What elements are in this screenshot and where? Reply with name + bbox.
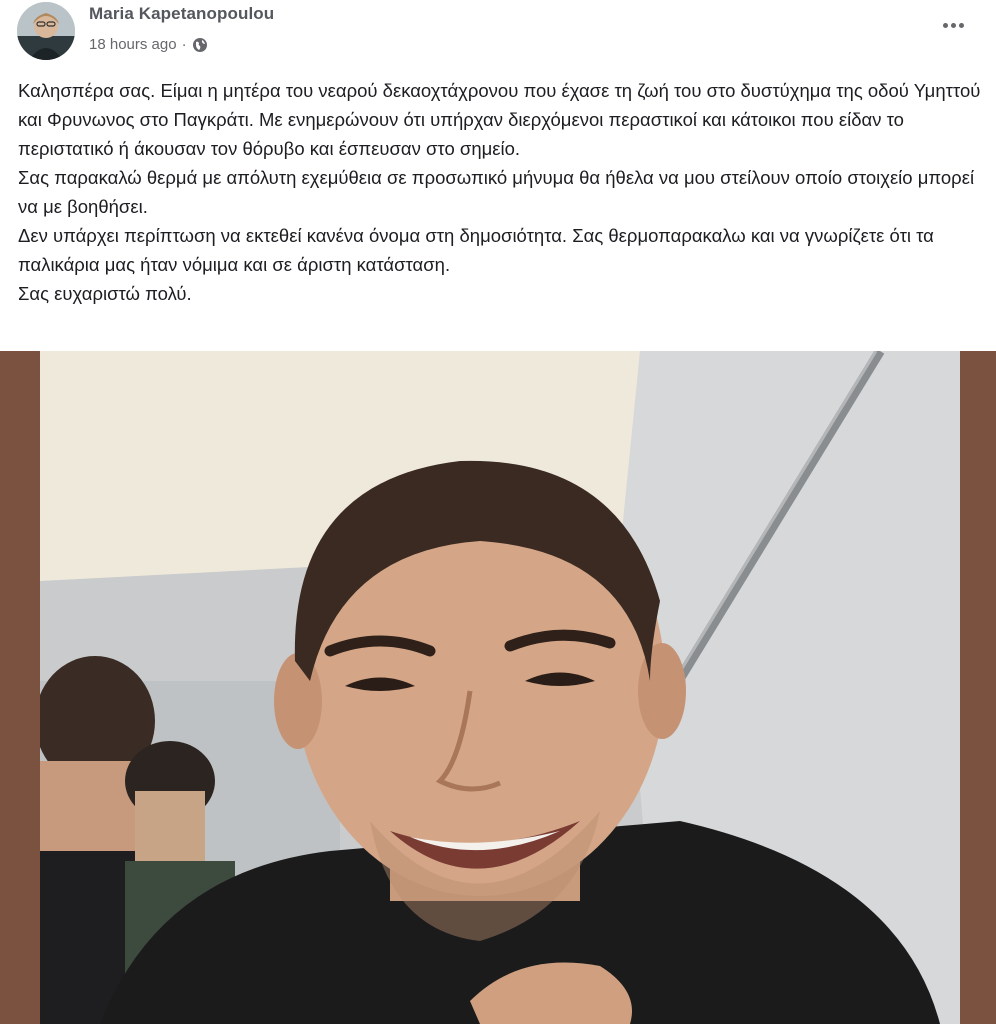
more-options-icon <box>942 22 948 28</box>
post-timestamp[interactable]: 18 hours ago <box>89 36 177 53</box>
post-body: Καλησπέρα σας. Είμαι η μητέρα του νεαρού… <box>18 76 983 308</box>
post-meta: 18 hours ago · <box>89 36 208 53</box>
post-paragraph: Δεν υπάρχει περίπτωση να εκτεθεί κανένα … <box>18 225 934 275</box>
post-header: Maria Kapetanopoulou 18 hours ago · <box>0 0 996 66</box>
more-options-dot <box>950 22 956 28</box>
post-paragraph: Σας παρακαλώ θερμά με απόλυτη εχεμύθεια … <box>18 167 975 217</box>
more-options-button[interactable] <box>936 10 970 40</box>
facebook-post: Maria Kapetanopoulou 18 hours ago · Καλη… <box>0 0 996 1024</box>
author-avatar[interactable] <box>17 2 75 60</box>
more-options-dot <box>958 22 964 28</box>
post-photo[interactable] <box>40 351 960 1024</box>
photo-illustration <box>40 351 960 1024</box>
post-photo-frame[interactable] <box>0 351 996 1024</box>
post-paragraph: Καλησπέρα σας. Είμαι η μητέρα του νεαρού… <box>18 80 981 159</box>
post-paragraph: Σας ευχαριστώ πολύ. <box>18 283 192 304</box>
author-name[interactable]: Maria Kapetanopoulou <box>89 4 274 24</box>
globe-icon[interactable] <box>192 37 208 53</box>
meta-separator: · <box>181 36 187 53</box>
avatar-image <box>17 2 75 60</box>
